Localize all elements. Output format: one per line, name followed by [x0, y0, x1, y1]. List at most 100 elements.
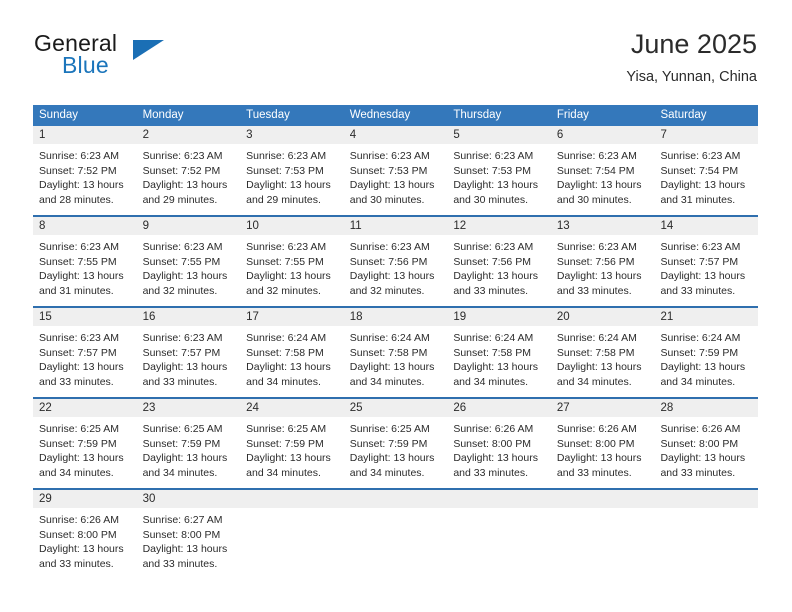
day-details: Sunrise: 6:23 AM Sunset: 7:57 PM Daylight:… [137, 326, 241, 397]
day-detail-line: and 34 minutes. [660, 375, 736, 388]
calendar-day-cell[interactable]: 2 Sunrise: 6:23 AM Sunset: 7:52 PM Daylight… [136, 126, 241, 215]
day-of-week-header-row: Sunday Monday Tuesday Wednesday Thursday Frid… [33, 105, 758, 126]
day-detail-line: Sunset: 7:57 PM [39, 346, 117, 359]
day-detail-line: Sunrise: 6:23 AM [349, 150, 430, 162]
calendar-day-cell[interactable]: 19 Sunrise: 6:24 AM Sunset: 7:58 PM Dayligh… [447, 308, 551, 397]
day-detail-line: Sunrise: 6:25 AM [142, 423, 223, 435]
day-number: 16 [136, 308, 241, 326]
calendar-day-cell[interactable]: 14 Sunrise: 6:23 AM Sunset: 7:57 PM Dayligh… [654, 217, 759, 306]
calendar-day-cell[interactable]: 21 Sunrise: 6:24 AM Sunset: 7:59 PM Dayligh… [654, 308, 759, 397]
day-detail-line: Daylight: 13 hours [39, 452, 124, 464]
calendar-day-cell[interactable]: 18 Sunrise: 6:24 AM Sunset: 7:58 PM Dayligh… [343, 308, 448, 397]
day-detail-line: Sunrise: 6:26 AM [556, 423, 637, 435]
day-number: 14 [654, 217, 759, 235]
day-detail-line: Daylight: 13 hours [142, 179, 228, 191]
calendar-day-cell[interactable]: 3 Sunrise: 6:23 AM Sunset: 7:53 PM Daylight… [240, 126, 344, 215]
day-detail-line: Sunset: 7:53 PM [349, 164, 428, 177]
calendar-day-cell[interactable]: 24 Sunrise: 6:25 AM Sunset: 7:59 PM Dayligh… [240, 399, 344, 488]
day-detail-line: and 33 minutes. [660, 284, 736, 297]
calendar-day-cell[interactable]: 15 Sunrise: 6:23 AM Sunset: 7:57 PM Dayligh… [33, 308, 137, 397]
calendar-day-cell[interactable]: 23 Sunrise: 6:25 AM Sunset: 7:59 PM Dayligh… [136, 399, 241, 488]
day-detail-line: and 33 minutes. [142, 557, 218, 570]
day-number: 4 [343, 126, 448, 144]
day-details [447, 508, 551, 572]
calendar-day-cell[interactable]: 17 Sunrise: 6:24 AM Sunset: 7:58 PM Dayligh… [240, 308, 344, 397]
day-details: Sunrise: 6:24 AM Sunset: 7:58 PM Daylight:… [344, 326, 448, 397]
day-detail-line: Daylight: 13 hours [349, 361, 435, 373]
calendar-day-cell[interactable]: 28 Sunrise: 6:26 AM Sunset: 8:00 PM Dayligh… [654, 399, 759, 488]
generalblue-logo[interactable]: General Blue [33, 28, 263, 90]
day-detail-line: and 29 minutes. [142, 193, 218, 206]
day-detail-line: Sunset: 7:52 PM [39, 164, 117, 177]
day-detail-line: and 31 minutes. [39, 284, 114, 297]
day-detail-line: Sunset: 7:52 PM [142, 164, 221, 177]
calendar-week-row: 15 Sunrise: 6:23 AM Sunset: 7:57 PM Dayligh… [33, 306, 759, 397]
calendar-day-cell[interactable]: 7 Sunrise: 6:23 AM Sunset: 7:54 PM Daylight… [654, 126, 759, 215]
calendar-weeks: 1 Sunrise: 6:23 AM Sunset: 7:52 PM Daylight… [33, 126, 759, 579]
day-number [550, 490, 655, 508]
day-details: Sunrise: 6:23 AM Sunset: 7:53 PM Daylight:… [344, 144, 448, 215]
day-number: 11 [343, 217, 448, 235]
day-detail-line: Daylight: 13 hours [556, 452, 642, 464]
day-details: Sunrise: 6:24 AM Sunset: 7:58 PM Daylight:… [551, 326, 655, 397]
day-number: 8 [33, 217, 137, 235]
calendar-day-cell[interactable]: 1 Sunrise: 6:23 AM Sunset: 7:52 PM Daylight… [33, 126, 137, 215]
calendar-day-cell[interactable]: 10 Sunrise: 6:23 AM Sunset: 7:55 PM Dayligh… [240, 217, 344, 306]
day-number [654, 490, 759, 508]
day-detail-line: and 33 minutes. [556, 284, 632, 297]
calendar-week-row: 8 Sunrise: 6:23 AM Sunset: 7:55 PM Daylight… [33, 215, 759, 306]
day-detail-line: Sunset: 7:55 PM [39, 255, 117, 268]
calendar-day-cell[interactable]: 5 Sunrise: 6:23 AM Sunset: 7:53 PM Daylight… [447, 126, 551, 215]
calendar-day-cell[interactable]: 6 Sunrise: 6:23 AM Sunset: 7:54 PM Daylight… [550, 126, 655, 215]
day-detail-line: Sunrise: 6:25 AM [246, 423, 327, 435]
calendar-day-cell[interactable]: 8 Sunrise: 6:23 AM Sunset: 7:55 PM Daylight… [33, 217, 137, 306]
day-detail-line: Sunset: 7:59 PM [349, 437, 428, 450]
calendar-day-cell[interactable]: 12 Sunrise: 6:23 AM Sunset: 7:56 PM Dayligh… [447, 217, 551, 306]
day-detail-line: and 33 minutes. [453, 466, 529, 479]
calendar-day-cell[interactable]: 30 Sunrise: 6:27 AM Sunset: 8:00 PM Dayligh… [136, 490, 241, 579]
calendar-day-cell[interactable]: 22 Sunrise: 6:25 AM Sunset: 7:59 PM Dayligh… [33, 399, 137, 488]
calendar-week-row: 29 Sunrise: 6:26 AM Sunset: 8:00 PM Dayligh… [33, 488, 759, 579]
day-details: Sunrise: 6:24 AM Sunset: 7:58 PM Daylight:… [447, 326, 551, 397]
day-details: Sunrise: 6:25 AM Sunset: 7:59 PM Daylight:… [344, 417, 448, 488]
day-detail-line: Sunrise: 6:27 AM [142, 514, 223, 526]
day-detail-line: Daylight: 13 hours [556, 270, 642, 282]
calendar-day-cell[interactable]: 26 Sunrise: 6:26 AM Sunset: 8:00 PM Dayligh… [447, 399, 551, 488]
day-number: 5 [447, 126, 551, 144]
day-detail-line: Daylight: 13 hours [556, 179, 642, 191]
day-details: Sunrise: 6:24 AM Sunset: 7:58 PM Daylight:… [240, 326, 344, 397]
day-number: 15 [33, 308, 137, 326]
calendar-day-cell[interactable]: 11 Sunrise: 6:23 AM Sunset: 7:56 PM Dayligh… [343, 217, 448, 306]
day-detail-line: Sunrise: 6:23 AM [453, 150, 534, 162]
day-details: Sunrise: 6:23 AM Sunset: 7:56 PM Daylight:… [551, 235, 655, 306]
day-detail-line: Daylight: 13 hours [453, 179, 538, 191]
day-header-sunday: Sunday [39, 109, 79, 121]
day-number: 17 [240, 308, 344, 326]
calendar-day-cell[interactable]: 25 Sunrise: 6:25 AM Sunset: 7:59 PM Dayligh… [343, 399, 448, 488]
day-detail-line: Daylight: 13 hours [349, 452, 435, 464]
logo-triangle-icon [133, 40, 164, 60]
day-details: Sunrise: 6:23 AM Sunset: 7:56 PM Daylight:… [344, 235, 448, 306]
day-detail-line: Sunset: 7:54 PM [660, 164, 739, 177]
day-details: Sunrise: 6:23 AM Sunset: 7:56 PM Daylight:… [447, 235, 551, 306]
calendar-day-cell[interactable]: 29 Sunrise: 6:26 AM Sunset: 8:00 PM Dayligh… [33, 490, 137, 579]
day-detail-line: and 33 minutes. [556, 466, 632, 479]
page-title: June 2025 [630, 29, 757, 59]
calendar-day-cell[interactable]: 9 Sunrise: 6:23 AM Sunset: 7:55 PM Daylight… [136, 217, 241, 306]
calendar-day-cell[interactable]: 27 Sunrise: 6:26 AM Sunset: 8:00 PM Dayligh… [550, 399, 655, 488]
calendar-day-cell[interactable]: 20 Sunrise: 6:24 AM Sunset: 7:58 PM Dayligh… [550, 308, 655, 397]
day-header-wednesday: Wednesday [349, 109, 411, 121]
day-details [344, 508, 448, 572]
day-details: Sunrise: 6:25 AM Sunset: 7:59 PM Daylight:… [137, 417, 241, 488]
day-detail-line: Sunrise: 6:23 AM [39, 332, 119, 344]
day-number: 20 [550, 308, 655, 326]
day-detail-line: and 34 minutes. [246, 466, 321, 479]
day-number: 24 [240, 399, 344, 417]
day-details: Sunrise: 6:23 AM Sunset: 7:55 PM Daylight:… [33, 235, 137, 306]
calendar-day-cell[interactable]: 4 Sunrise: 6:23 AM Sunset: 7:53 PM Daylight… [343, 126, 448, 215]
day-detail-line: Daylight: 13 hours [453, 361, 538, 373]
calendar-day-cell[interactable]: 13 Sunrise: 6:23 AM Sunset: 7:56 PM Dayligh… [550, 217, 655, 306]
day-detail-line: Sunset: 8:00 PM [39, 528, 117, 541]
calendar-day-cell[interactable]: 16 Sunrise: 6:23 AM Sunset: 7:57 PM Dayligh… [136, 308, 241, 397]
day-detail-line: Sunset: 7:58 PM [453, 346, 531, 359]
